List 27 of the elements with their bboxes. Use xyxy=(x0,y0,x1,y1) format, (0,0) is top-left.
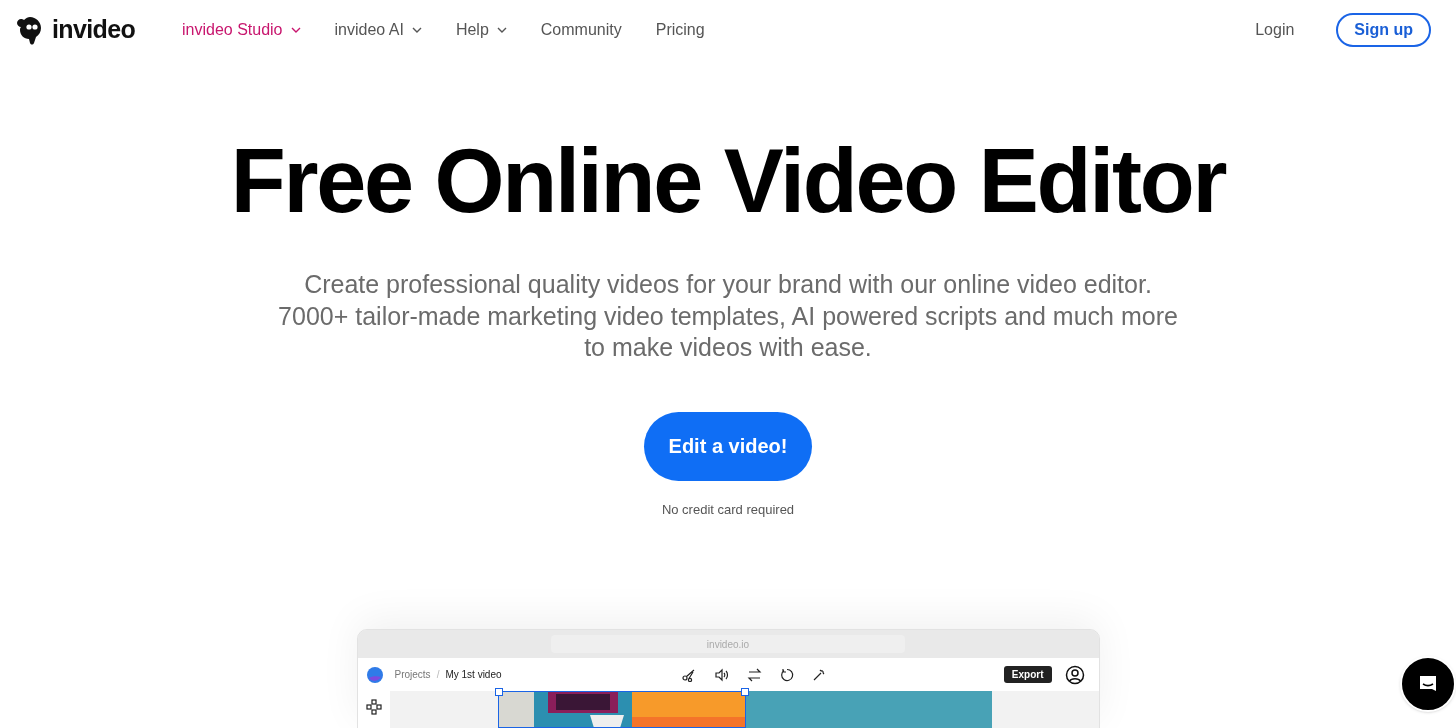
nav-link[interactable]: invideo Studio xyxy=(182,18,301,42)
nav-link[interactable]: Help xyxy=(455,18,507,42)
volume-icon[interactable] xyxy=(713,667,729,682)
brand-name[interactable]: invideo xyxy=(52,11,136,49)
breadcrumb-item[interactable]: Projects xyxy=(394,667,431,682)
no-credit-card-note: No credit card required xyxy=(661,500,795,519)
hero-subtitle: Create professional quality videos for your brand with our online video editor. 7000+ tailor-made marketing video templates, AI powered scripts and much more to make videos with ease. xyxy=(278,269,1178,363)
layout-grid-icon[interactable] xyxy=(365,699,382,715)
export-button[interactable]: Export xyxy=(1003,666,1052,683)
signup-button[interactable]: Sign up xyxy=(1336,13,1431,47)
selection-frame[interactable] xyxy=(497,691,746,728)
breadcrumb-item[interactable]: My 1st video xyxy=(445,667,502,682)
address-text: invideo.io xyxy=(706,637,750,652)
swap-icon[interactable] xyxy=(746,667,762,682)
edit-video-button[interactable]: Edit a video! xyxy=(644,411,812,481)
login-link[interactable]: Login xyxy=(1255,18,1295,42)
hero-title: Free Online Video Editor xyxy=(230,133,1226,229)
nav-link[interactable]: invideo AI xyxy=(334,18,422,42)
breadcrumb-separator: / xyxy=(436,668,440,682)
nav-link[interactable]: Community xyxy=(540,18,622,42)
nav-link[interactable]: Pricing xyxy=(655,18,705,42)
rotate-icon[interactable] xyxy=(779,667,794,682)
magic-wand-icon[interactable] xyxy=(811,667,826,682)
chat-button[interactable] xyxy=(1400,656,1456,712)
logo-icon xyxy=(16,15,44,45)
user-icon[interactable] xyxy=(1064,664,1085,685)
scissors-icon[interactable] xyxy=(681,667,696,682)
